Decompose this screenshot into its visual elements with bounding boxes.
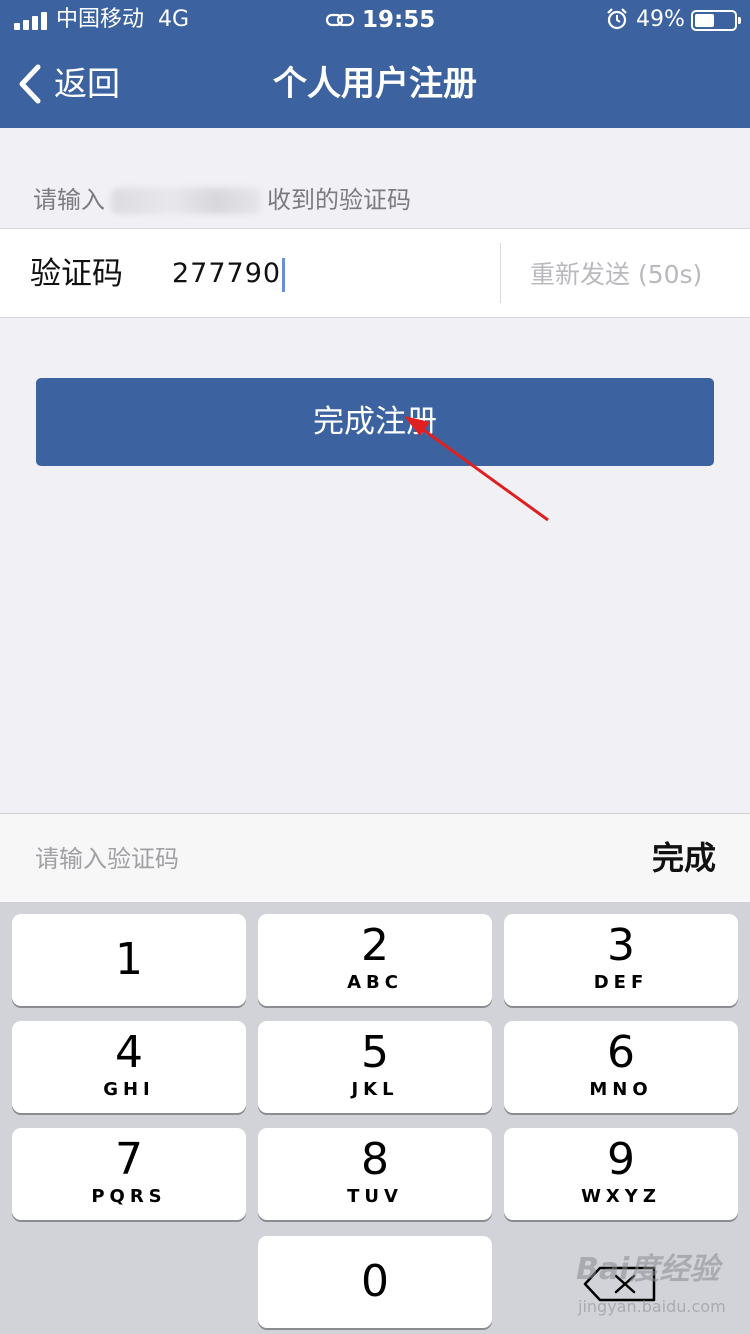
key-digit: 5 (361, 1027, 389, 1078)
key-digit: 2 (361, 920, 389, 971)
key-letters: ABC (347, 972, 403, 993)
key-letters: MNO (589, 1079, 653, 1100)
status-bar: 中国移动 4G 19:55 49% (0, 0, 750, 40)
code-hint: 请输入 收到的验证码 (33, 183, 411, 217)
nav-bar: 返回 个人用户注册 (0, 40, 750, 128)
annotation-arrow-icon (404, 416, 549, 522)
battery-percent: 49% (636, 7, 685, 32)
key-digit: 9 (607, 1134, 635, 1185)
verification-code-row: 验证码 277790 重新发送 (50s) (0, 228, 750, 318)
masked-phone-number (111, 188, 261, 214)
carrier-name: 中国移动 (56, 7, 145, 32)
signal-icon (14, 12, 50, 30)
key-7[interactable]: 7 PQRS (12, 1128, 246, 1220)
divider (500, 243, 501, 303)
key-4[interactable]: 4 GHI (12, 1021, 246, 1113)
key-digit: 8 (361, 1134, 389, 1185)
key-letters: WXYZ (581, 1186, 661, 1207)
battery-icon (691, 10, 741, 31)
page-title: 个人用户注册 (273, 64, 477, 104)
key-0[interactable]: 0 (258, 1236, 492, 1328)
carrier-network: 中国移动 4G (56, 6, 189, 34)
complete-registration-button[interactable]: 完成注册 (36, 378, 714, 466)
code-input[interactable]: 277790 (172, 254, 286, 294)
key-letters: DEF (593, 972, 649, 993)
baidu-jingyan-watermark: Bai度经验 jingyan.baidu.com (576, 1250, 746, 1330)
key-letters: PQRS (91, 1186, 167, 1207)
link-icon (325, 13, 355, 27)
key-6[interactable]: 6 MNO (504, 1021, 738, 1113)
key-1[interactable]: 1 (12, 914, 246, 1006)
battery-fill (695, 14, 714, 27)
network-type: 4G (158, 7, 190, 32)
resend-button[interactable]: 重新发送 (50s) (530, 257, 702, 293)
keyboard-accessory-bar: 请输入验证码 完成 (0, 813, 750, 902)
key-9[interactable]: 9 WXYZ (504, 1128, 738, 1220)
hint-prefix: 请输入 (33, 186, 105, 214)
key-digit: 7 (115, 1134, 143, 1185)
key-3[interactable]: 3 DEF (504, 914, 738, 1006)
status-time: 19:55 (362, 7, 436, 33)
key-letters: JKL (351, 1079, 399, 1100)
key-digit: 6 (607, 1027, 635, 1078)
key-letters: GHI (103, 1079, 155, 1100)
code-label: 验证码 (30, 256, 123, 292)
key-digit: 4 (115, 1027, 143, 1078)
alarm-icon (607, 8, 627, 30)
keyboard-done-button[interactable]: 完成 (652, 836, 716, 880)
accessory-hint: 请输入验证码 (35, 845, 179, 873)
hint-suffix: 收到的验证码 (267, 186, 411, 214)
watermark-url: jingyan.baidu.com (578, 1297, 726, 1316)
key-5[interactable]: 5 JKL (258, 1021, 492, 1113)
key-digit: 0 (361, 1256, 389, 1307)
key-digit: 1 (115, 934, 143, 985)
watermark-brand: Bai度经验 (576, 1252, 720, 1287)
key-digit: 3 (607, 920, 635, 971)
key-8[interactable]: 8 TUV (258, 1128, 492, 1220)
text-caret (282, 257, 286, 292)
key-2[interactable]: 2 ABC (258, 914, 492, 1006)
code-value: 277790 (172, 258, 282, 289)
key-letters: TUV (347, 1186, 403, 1207)
